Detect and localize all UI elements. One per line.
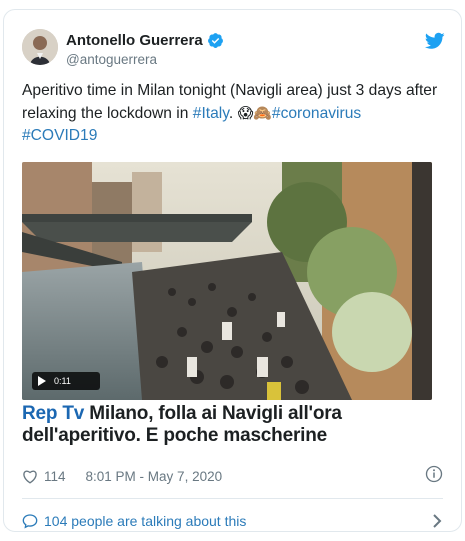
info-icon[interactable]: [425, 465, 443, 483]
verified-badge-icon: [207, 33, 223, 48]
avatar[interactable]: [22, 29, 58, 65]
tweet-emojis: 😱🙈: [237, 104, 272, 122]
video-duration: 0:11: [54, 376, 71, 386]
conversation-link[interactable]: 104 people are talking about this: [22, 511, 442, 531]
author-display-name[interactable]: Antonello Guerrera: [66, 32, 203, 49]
speech-bubble-icon: [22, 514, 38, 529]
heart-icon[interactable]: [22, 469, 38, 484]
video-duration-badge: 0:11: [32, 372, 100, 390]
tweet-text-punct: .: [228, 105, 238, 122]
embedded-tweet-card: Antonello Guerrera @antoguerrera Aperiti…: [3, 9, 462, 532]
tweet-timestamp[interactable]: 8:01 PM - May 7, 2020: [86, 469, 223, 484]
like-count[interactable]: 114: [44, 469, 66, 484]
hashtag-covid19-link[interactable]: #COVID19: [22, 127, 97, 144]
author-handle[interactable]: @antoguerrera: [66, 52, 157, 67]
chevron-right-icon: [433, 514, 442, 528]
talking-about-text: 104 people are talking about this: [44, 513, 247, 529]
video-thumbnail[interactable]: 0:11: [22, 162, 432, 400]
canal-crowd-image: [22, 162, 432, 400]
tweet-text: Aperitivo time in Milan tonight (Navigli…: [22, 80, 442, 147]
media-headline[interactable]: Rep Tv Milano, folla ai Navigli all'ora …: [22, 403, 442, 447]
twitter-bird-icon[interactable]: [425, 32, 445, 50]
divider: [22, 498, 443, 499]
media-brand: Rep Tv: [22, 403, 85, 424]
play-icon: [38, 376, 46, 386]
hashtag-coronavirus-link[interactable]: #coronavirus: [272, 105, 361, 122]
hashtag-italy-link[interactable]: #Italy: [193, 105, 229, 122]
